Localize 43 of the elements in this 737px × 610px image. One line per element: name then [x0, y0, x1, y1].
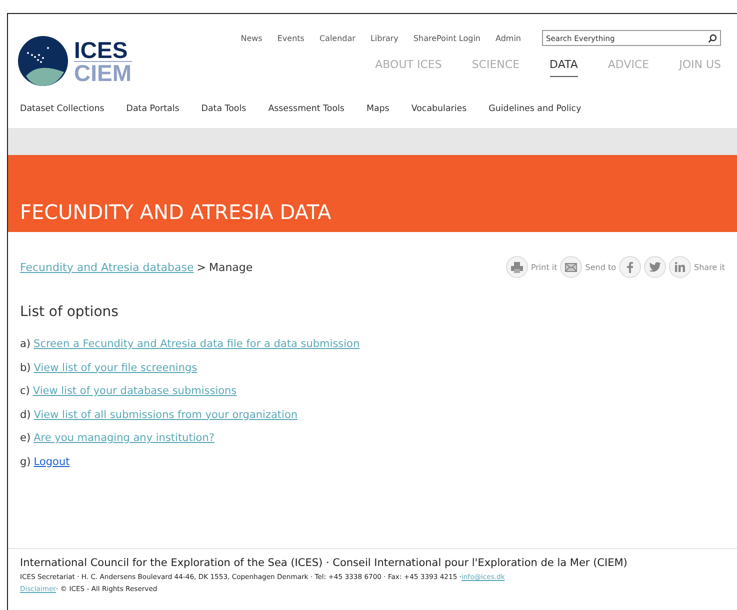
section-heading: List of options	[20, 304, 120, 320]
share-label[interactable]: Send to	[585, 262, 616, 272]
breadcrumb-separator: >	[196, 260, 206, 274]
bird-icon	[649, 262, 661, 272]
linkedin-icon	[674, 262, 686, 272]
share-button[interactable]	[644, 256, 666, 278]
footer-title: International Council for the Exploration of the Sea (ICES) · Conseil International pour l'Exploration de la Mer (CIEM)	[20, 557, 628, 569]
printer-icon	[510, 262, 523, 272]
share-button[interactable]	[619, 256, 641, 278]
utility-link[interactable]: Calendar	[319, 34, 356, 42]
share-button[interactable]	[506, 256, 528, 278]
option-marker: d)	[20, 408, 31, 420]
share-label[interactable]: Share it	[694, 262, 725, 272]
option-marker: a)	[20, 338, 31, 350]
logo-icon	[18, 36, 68, 86]
sub-nav-link[interactable]: Maps	[366, 104, 390, 122]
page-title: FECUNDITY AND ATRESIA DATA	[20, 200, 332, 224]
option-link[interactable]: Logout	[34, 456, 70, 468]
utility-link[interactable]: Events	[277, 34, 304, 42]
logo-text: ICES	[74, 38, 132, 62]
share-button[interactable]	[669, 256, 691, 278]
sub-nav-link[interactable]: Vocabularies	[411, 104, 467, 122]
option-marker: c)	[20, 385, 30, 397]
utility-link[interactable]: Library	[370, 34, 398, 42]
main-nav-tab[interactable]: DATA	[550, 58, 578, 77]
share-label[interactable]: Print it	[530, 262, 558, 272]
sub-nav-link[interactable]: Assessment Tools	[268, 104, 344, 122]
sub-nav-link[interactable]: Data Tools	[201, 104, 246, 122]
option-marker: g)	[20, 456, 31, 468]
utility-link[interactable]: Admin	[496, 34, 521, 42]
option-marker: b)	[20, 362, 31, 374]
share-button[interactable]	[560, 256, 582, 278]
breadcrumb-current: Manage	[208, 260, 253, 274]
sub-nav-link[interactable]: Dataset Collections	[20, 104, 104, 122]
sub-nav-link[interactable]: Guidelines and Policy	[488, 104, 582, 122]
utility-link[interactable]: SharePoint Login	[413, 34, 480, 42]
option-marker: e)	[20, 432, 31, 444]
facebook-icon	[627, 262, 633, 272]
search-icon[interactable]	[708, 34, 717, 43]
sub-nav-link[interactable]: Data Portals	[126, 104, 180, 122]
utility-link[interactable]: News	[240, 34, 262, 42]
logo-text: CIEM	[74, 62, 132, 84]
envelope-icon	[565, 262, 578, 272]
